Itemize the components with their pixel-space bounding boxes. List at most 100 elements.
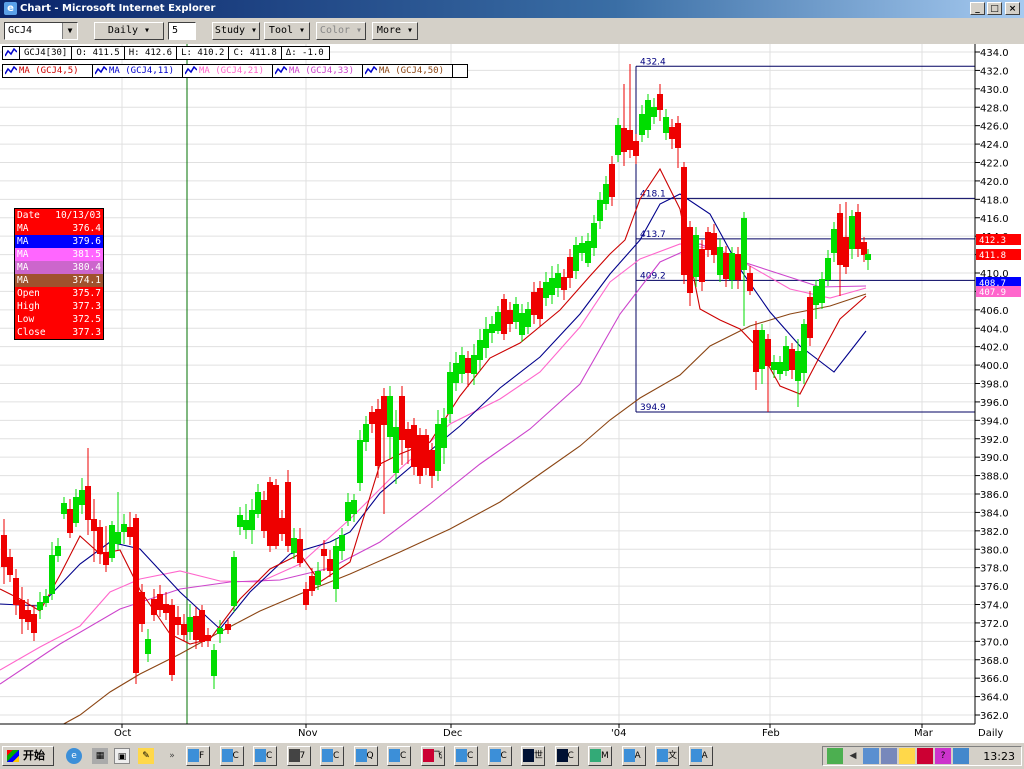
taskbar-button[interactable]: C	[253, 746, 277, 766]
candle-body	[375, 409, 381, 466]
ie-quicklaunch-icon[interactable]: e	[66, 748, 82, 764]
minimize-button[interactable]: _	[970, 2, 985, 15]
taskbar-button-label: C	[400, 751, 407, 761]
y-tick-label: 394.0	[980, 416, 1009, 427]
color-button[interactable]: Color ▾	[316, 22, 366, 40]
candle-body	[741, 218, 747, 270]
app-quicklaunch-icon[interactable]: ▣	[114, 748, 130, 764]
taskbar-button[interactable]: C	[320, 746, 344, 766]
quote-low: L: 410.2	[177, 47, 230, 60]
taskbar-button-label: A	[634, 751, 641, 761]
taskbar-button[interactable]: 世	[521, 746, 545, 766]
taskbar-button[interactable]: F	[186, 746, 210, 766]
candle-body	[759, 330, 765, 369]
candle-body	[133, 518, 139, 673]
tray-security-icon[interactable]	[899, 748, 915, 764]
taskbar-button[interactable]: C	[219, 746, 244, 766]
chart-area[interactable]: 432.4 418.1 413.7 409.2 394.9 10/13/03 362.0…	[0, 44, 1024, 742]
more-button[interactable]: More ▾	[372, 22, 418, 40]
ma-legend-item[interactable]: MA (GCJ4,11)	[93, 65, 183, 78]
data-panel-value: 377.3	[72, 327, 101, 338]
ma-legend: MA (GCJ4,5) MA (GCJ4,11) MA (GCJ4,21) MA (G…	[2, 64, 468, 78]
tray-app-icon[interactable]	[863, 748, 879, 764]
period-button[interactable]: Daily ▾	[94, 22, 164, 40]
candle-body	[393, 427, 399, 473]
pencil-quicklaunch-icon[interactable]: ✎	[138, 748, 154, 764]
ma-legend-item[interactable]: MA (GCJ4,33)	[273, 65, 363, 78]
ma-legend-item[interactable]: MA (GCJ4,5)	[3, 65, 93, 78]
candle-body	[429, 450, 435, 476]
ie-logo-icon: e	[4, 2, 17, 15]
study-button[interactable]: Study ▾	[212, 22, 260, 40]
tray-alert-icon[interactable]	[917, 748, 933, 764]
tray-help-icon[interactable]: ?	[935, 748, 951, 764]
ma-legend-item[interactable]: MA (GCJ4,21)	[183, 65, 273, 78]
x-tick-label: Mar	[914, 728, 934, 739]
taskbar-button[interactable]: C	[554, 746, 579, 766]
ma-legend-item[interactable]: MA (GCJ4,50)	[363, 65, 453, 78]
data-panel-value: 10/13/03	[55, 210, 101, 221]
chevron-down-icon[interactable]: ▼	[62, 23, 77, 39]
candle-body	[115, 532, 121, 544]
candle-body	[339, 535, 345, 551]
start-button[interactable]: 开始	[2, 746, 54, 766]
app-icon	[221, 749, 233, 762]
candle-body	[291, 538, 297, 553]
app-icon	[322, 749, 333, 762]
ma-icon	[5, 65, 17, 74]
taskbar-button[interactable]: C	[454, 746, 478, 766]
taskbar-button[interactable]: 飞	[420, 746, 445, 766]
candle-body	[103, 552, 109, 565]
period-value-input[interactable]: 5	[168, 22, 196, 40]
taskbar-button[interactable]: A	[621, 746, 646, 766]
close-button[interactable]: ×	[1005, 2, 1020, 15]
candle-body	[825, 258, 831, 280]
tray-display-icon[interactable]	[953, 748, 969, 764]
y-tick-label: 398.0	[980, 380, 1009, 391]
candle-body	[225, 624, 231, 630]
price-tag-label: 412.3	[979, 236, 1006, 246]
price-chart[interactable]: 432.4 418.1 413.7 409.2 394.9 10/13/03 362.0…	[0, 44, 1024, 742]
symbol-icon	[3, 47, 20, 60]
candle-body	[579, 243, 585, 253]
desktop-quicklaunch-icon[interactable]: ▦	[92, 748, 108, 764]
taskbar-button[interactable]: M	[588, 746, 612, 766]
candle-body	[151, 599, 157, 615]
taskbar-button[interactable]: A	[688, 746, 713, 766]
candle-body	[843, 237, 849, 267]
data-panel-value: 374.1	[72, 275, 101, 286]
candle-body	[549, 278, 555, 295]
app-icon	[657, 749, 668, 762]
expand-arrow-icon[interactable]: »	[164, 748, 180, 764]
candle-body	[771, 362, 777, 370]
taskbar-button[interactable]: C	[487, 746, 512, 766]
taskbar-button[interactable]: C	[387, 746, 411, 766]
tool-button[interactable]: Tool ▾	[264, 22, 310, 40]
candle-body	[783, 346, 789, 371]
maximize-button[interactable]: □	[987, 2, 1002, 15]
window-titlebar: e Chart - Microsoft Internet Explorer _ …	[0, 0, 1024, 18]
candle-body	[729, 253, 735, 280]
candle-body	[633, 141, 639, 156]
y-tick-label: 420.0	[980, 177, 1009, 188]
app-icon	[523, 749, 534, 762]
clock: 13:23	[983, 750, 1015, 763]
candle-body	[351, 500, 357, 514]
data-panel-row: Open 375.7	[15, 287, 103, 300]
candle-body	[543, 282, 549, 298]
tray-volume-icon[interactable]: ◀	[845, 748, 861, 764]
symbol-dropdown[interactable]: GCJ4 ▼	[4, 22, 78, 40]
candle-body	[537, 288, 543, 319]
taskbar-button[interactable]: 7	[286, 746, 311, 766]
candle-body	[807, 297, 813, 338]
study-label: Study	[214, 25, 246, 36]
tray-monitor-icon[interactable]	[881, 748, 897, 764]
tray-network-icon[interactable]	[827, 748, 843, 764]
candle-body	[187, 617, 193, 632]
taskbar-button[interactable]: Q	[353, 746, 378, 766]
taskbar-button[interactable]: 文	[655, 746, 679, 766]
app-icon	[188, 749, 199, 762]
candle-body	[91, 519, 97, 531]
candle-body	[453, 363, 459, 383]
y-tick-label: 362.0	[980, 711, 1009, 722]
